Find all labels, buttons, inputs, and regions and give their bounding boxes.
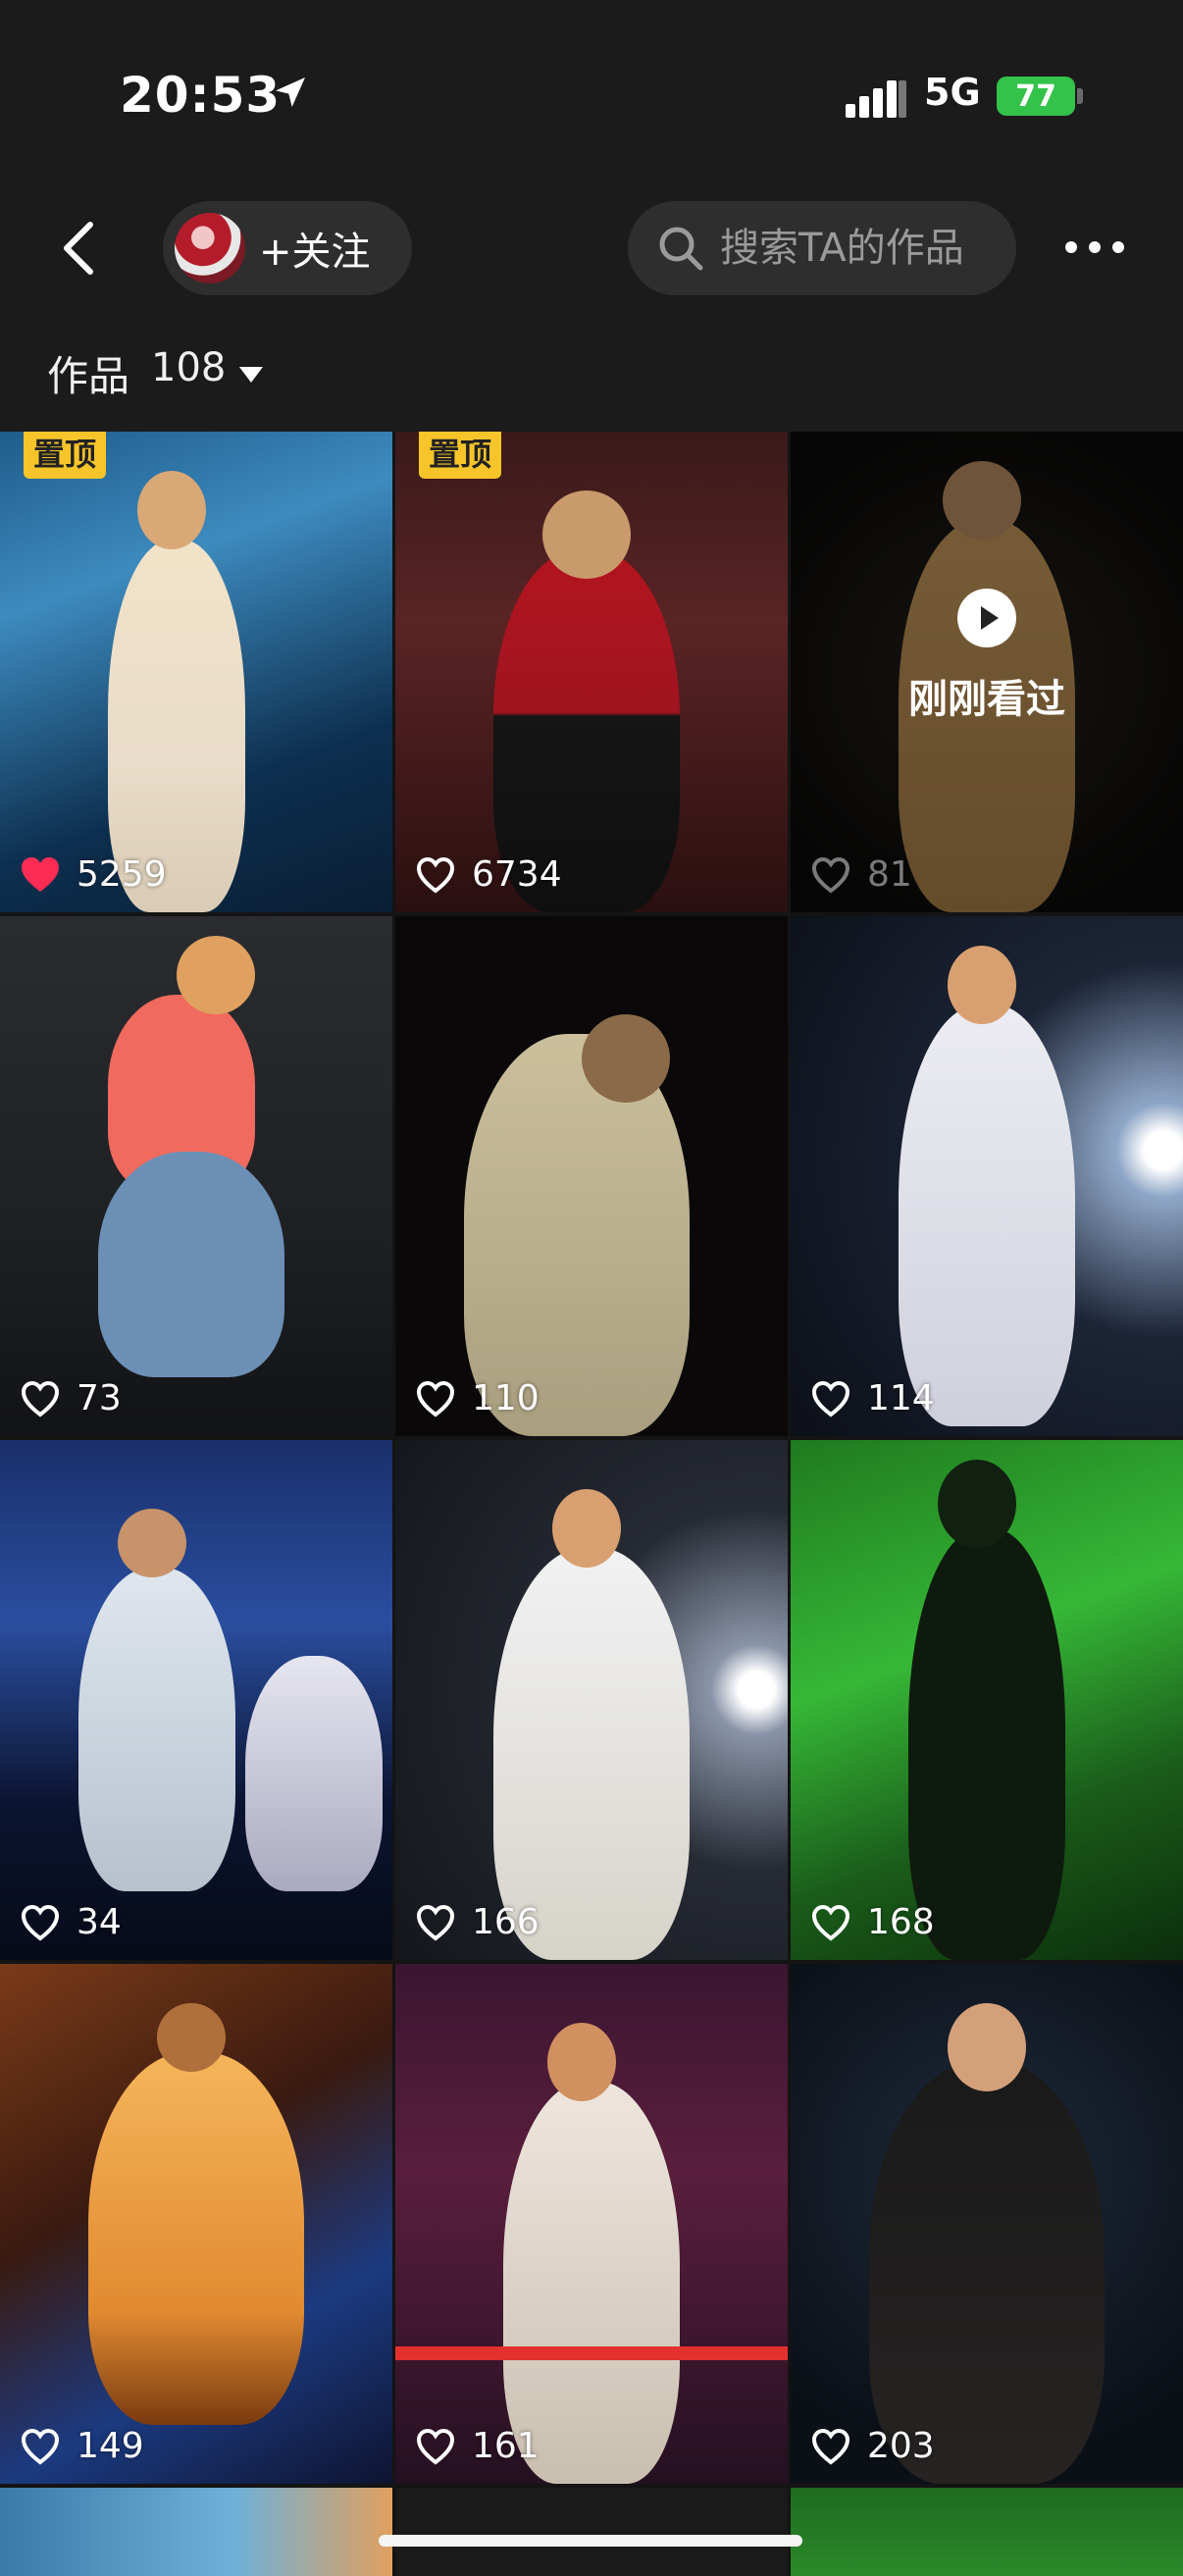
recently-viewed-label: 刚刚看过 <box>908 677 1065 722</box>
like-count: 73 <box>20 1378 122 1418</box>
video-tile[interactable]: 置顶 5259 <box>0 432 392 912</box>
status-bar: 20:53 5G 77 <box>0 0 1183 186</box>
like-count: 168 <box>810 1902 935 1942</box>
profile-header: +关注 <box>0 186 1183 334</box>
like-count-value: 203 <box>867 2426 935 2466</box>
like-count: 161 <box>415 2426 540 2466</box>
location-arrow-icon <box>276 77 305 107</box>
pinned-badge: 置顶 <box>24 432 107 479</box>
like-count: 110 <box>415 1378 540 1418</box>
like-count: 203 <box>810 2426 935 2466</box>
heart-filled-icon <box>22 856 59 892</box>
heart-outline-icon <box>21 1380 60 1417</box>
heart-outline-icon <box>21 1904 60 1941</box>
like-count: 6734 <box>415 854 562 895</box>
video-thumbnail <box>395 1964 788 2484</box>
like-count-value: 73 <box>77 1378 122 1418</box>
heart-outline-icon <box>416 1904 455 1941</box>
video-tile[interactable]: 置顶 6734 <box>395 432 788 912</box>
battery-tip <box>1077 88 1083 104</box>
like-count: 34 <box>20 1902 122 1942</box>
video-thumbnail <box>0 1964 392 2484</box>
video-thumbnail <box>0 916 392 1436</box>
video-tile[interactable]: 73 <box>0 916 392 1436</box>
like-count-value: 168 <box>867 1902 935 1942</box>
like-count-value: 114 <box>867 1378 935 1418</box>
signal-icon <box>846 80 906 118</box>
video-tile[interactable]: 203 <box>791 1964 1183 2484</box>
pinned-badge: 置顶 <box>419 432 502 479</box>
like-count-value: 34 <box>77 1902 122 1942</box>
status-time: 20:53 <box>120 67 282 124</box>
search-bar[interactable] <box>628 201 1016 295</box>
follow-label: +关注 <box>259 230 371 275</box>
chevron-left-icon[interactable] <box>55 219 104 278</box>
video-thumbnail <box>0 1440 392 1960</box>
like-count: 114 <box>810 1378 935 1418</box>
follow-button[interactable]: +关注 <box>163 201 412 295</box>
video-thumbnail <box>791 1964 1183 2484</box>
video-tile[interactable]: 166 <box>395 1440 788 1960</box>
avatar[interactable] <box>175 213 245 283</box>
home-indicator[interactable] <box>379 2535 802 2547</box>
video-tile[interactable]: 149 <box>0 1964 392 2484</box>
video-tile[interactable] <box>395 2488 788 2576</box>
heart-outline-icon <box>811 856 850 894</box>
heart-outline-icon <box>21 2428 60 2465</box>
heart-outline-icon <box>416 856 455 894</box>
heart-outline-icon <box>811 1904 850 1941</box>
works-count: 108 <box>151 345 227 390</box>
like-count: 166 <box>415 1902 540 1942</box>
heart-outline-icon <box>416 2428 455 2465</box>
video-tile[interactable]: 114 <box>791 916 1183 1436</box>
like-count-value: 6734 <box>472 854 562 895</box>
like-count-value: 149 <box>77 2426 144 2466</box>
battery-icon: 77 <box>997 77 1075 116</box>
video-thumbnail <box>395 432 788 912</box>
video-tile[interactable]: 刚刚看过 81 <box>791 432 1183 912</box>
heart-outline-icon <box>811 2428 850 2465</box>
video-thumbnail <box>791 2488 1183 2576</box>
like-count-value: 5259 <box>77 854 167 895</box>
works-filter[interactable]: 作品 108 <box>0 334 1183 432</box>
video-tile[interactable] <box>791 2488 1183 2576</box>
video-thumbnail <box>395 1440 788 1960</box>
video-grid: 置顶 5259 置顶 6734 刚刚看过 81 73 110 114 34 16… <box>0 432 1183 2576</box>
like-count: 149 <box>20 2426 144 2466</box>
like-count: 81 <box>810 854 912 895</box>
video-tile[interactable]: 168 <box>791 1440 1183 1960</box>
video-tile[interactable]: 34 <box>0 1440 392 1960</box>
video-thumbnail <box>791 916 1183 1436</box>
search-icon <box>659 227 703 271</box>
video-tile[interactable]: 161 <box>395 1964 788 2484</box>
video-thumbnail <box>395 2488 788 2576</box>
heart-outline-icon <box>811 1380 850 1417</box>
works-label: 作品 <box>47 352 130 400</box>
caret-down-icon[interactable] <box>237 365 265 385</box>
network-type: 5G <box>924 71 981 114</box>
video-thumbnail <box>0 2488 392 2576</box>
search-input[interactable] <box>718 225 1016 272</box>
video-thumbnail <box>791 1440 1183 1960</box>
video-tile[interactable] <box>0 2488 392 2576</box>
like-count-value: 161 <box>472 2426 540 2466</box>
video-thumbnail <box>395 916 788 1436</box>
heart-outline-icon <box>416 1380 455 1417</box>
more-dots-icon[interactable] <box>1063 235 1126 259</box>
video-thumbnail <box>0 432 392 912</box>
like-count-value: 81 <box>867 854 912 895</box>
like-count-value: 110 <box>472 1378 540 1418</box>
like-count: 5259 <box>20 854 167 895</box>
battery-level: 77 <box>1015 78 1056 114</box>
play-icon[interactable] <box>957 589 1016 647</box>
like-count-value: 166 <box>472 1902 540 1942</box>
video-tile[interactable]: 110 <box>395 916 788 1436</box>
